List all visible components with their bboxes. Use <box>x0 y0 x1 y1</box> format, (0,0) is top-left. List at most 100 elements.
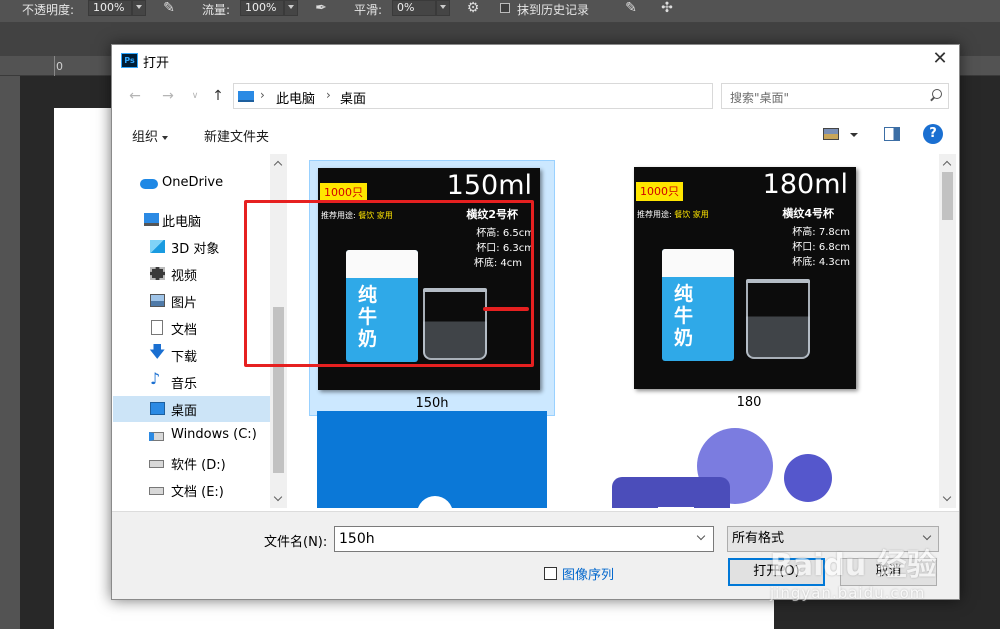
photoshop-logo-icon: Ps <box>121 53 138 68</box>
nav-item-label: 文档 (E:) <box>171 485 224 500</box>
nav-item-label: 下载 <box>171 350 198 365</box>
file-item-180[interactable]: 1000只 180ml 横纹4号杯 推荐用途: 餐饮 家用 杯高: 7.8cm … <box>626 160 872 416</box>
history-checkbox[interactable] <box>500 3 510 13</box>
file-scrollbar[interactable] <box>939 154 956 508</box>
usage-label: 推荐用途: <box>637 210 672 219</box>
search-input[interactable]: 搜索"桌面" <box>721 83 949 109</box>
nav-item-drive-e[interactable]: 文档 (E:) <box>113 477 270 503</box>
dialog-title: 打开 <box>143 56 170 71</box>
circle-shape <box>784 454 832 502</box>
smooth-dropdown[interactable] <box>436 0 450 16</box>
flow-label: 流量: <box>202 3 231 17</box>
scroll-down-arrow-icon[interactable] <box>939 491 956 508</box>
plastic-cup-graphic <box>746 279 810 359</box>
filename-input[interactable]: 150h <box>334 526 714 552</box>
caret-down-icon <box>162 135 169 140</box>
milk-carton-cap <box>662 249 734 277</box>
document-icon <box>151 320 163 335</box>
dialog-toolbar: 组织 新建文件夹 ? <box>112 119 959 151</box>
nav-item-label: 文档 <box>171 323 198 338</box>
scroll-up-arrow-icon[interactable] <box>270 154 287 171</box>
annotation-line <box>483 307 529 311</box>
back-arrow-icon[interactable]: ← <box>124 85 146 107</box>
filename-label: 文件名(N): <box>264 535 328 550</box>
watermark-main: Baidu 经验 <box>770 548 937 583</box>
address-bar[interactable]: › 此电脑 › 桌面 ↻ <box>233 83 828 109</box>
chevron-right-icon[interactable]: › <box>326 88 331 102</box>
nav-item-label: 视频 <box>171 269 198 284</box>
caret-down-icon[interactable] <box>850 133 858 137</box>
scroll-down-arrow-icon[interactable] <box>270 491 287 508</box>
smooth-field[interactable]: 0% <box>392 0 436 16</box>
open-file-dialog: Ps 打开 ✕ ← → ∨ ↑ › 此电脑 › 桌面 ↻ 搜索"桌面" 组织 新… <box>111 44 960 600</box>
ruler-tick <box>54 56 55 76</box>
opacity-dropdown[interactable] <box>132 0 146 16</box>
scroll-up-arrow-icon[interactable] <box>939 154 956 171</box>
nav-item-desktop[interactable]: 桌面 <box>113 396 270 422</box>
download-icon: 🡇 <box>149 342 166 361</box>
organize-button[interactable]: 组织 <box>132 126 169 145</box>
file-name: 150h <box>415 396 449 411</box>
flow-field[interactable]: 100% <box>240 0 284 16</box>
image-sequence-label[interactable]: 图像序列 <box>562 564 614 583</box>
baidu-watermark: Baidu 经验 jingyan.baidu.com <box>770 520 995 610</box>
dialog-titlebar[interactable]: Ps 打开 ✕ <box>112 45 959 76</box>
milk-label: 纯牛奶 <box>674 283 694 349</box>
nav-item-onedrive[interactable]: OneDrive <box>113 171 270 197</box>
up-arrow-icon[interactable]: ↑ <box>207 85 229 107</box>
file-item-partial-blue[interactable] <box>317 411 547 508</box>
gear-icon[interactable]: ⚙ <box>464 0 482 18</box>
nav-item-label: 图片 <box>171 296 198 311</box>
model-text: 横纹4号杯 <box>782 207 834 220</box>
nav-item-music[interactable]: ♪ 音乐 <box>113 369 270 395</box>
quantity-badge: 1000只 <box>636 182 683 201</box>
desktop-icon <box>150 402 165 415</box>
smooth-label: 平滑: <box>354 3 383 17</box>
brush-pressure-icon[interactable]: ✎ <box>160 0 178 18</box>
recent-locations-chevron-icon[interactable]: ∨ <box>184 85 206 107</box>
spec-base: 杯底: 4.3cm <box>792 257 850 268</box>
drive-icon <box>149 487 164 495</box>
chevron-right-icon[interactable]: › <box>260 88 265 102</box>
nav-item-drive-c[interactable]: Windows (C:) <box>113 423 270 449</box>
ruler-zero: 0 <box>56 60 63 73</box>
ps-options-bar: 不透明度: 100% ✎ 流量: 100% ✒ 平滑: 0% ⚙ 抹到历史记录 … <box>0 0 1000 22</box>
white-circle-shape <box>417 496 453 508</box>
pressure-size-icon[interactable]: ✎ <box>622 0 640 18</box>
flow-dropdown[interactable] <box>284 0 298 16</box>
picture-icon <box>150 294 165 307</box>
search-placeholder: 搜索"桌面" <box>730 91 790 105</box>
rounded-rect-shape <box>612 477 730 508</box>
capacity-text: 150ml <box>446 170 532 201</box>
help-icon[interactable]: ? <box>923 124 943 144</box>
file-item-partial-shapes[interactable] <box>612 412 842 508</box>
computer-icon <box>144 213 159 226</box>
nav-item-label: Windows (C:) <box>171 427 257 442</box>
breadcrumb-desktop[interactable]: 桌面 <box>340 88 366 107</box>
forward-arrow-icon[interactable]: → <box>157 85 179 107</box>
image-sequence-checkbox[interactable] <box>544 567 557 580</box>
navigation-row: ← → ∨ ↑ › 此电脑 › 桌面 ↻ 搜索"桌面" <box>112 81 959 113</box>
opacity-field[interactable]: 100% <box>88 0 132 16</box>
nav-item-label: 音乐 <box>171 377 198 392</box>
usage-value: 餐饮 家用 <box>674 210 709 219</box>
new-folder-button[interactable]: 新建文件夹 <box>204 126 269 145</box>
symmetry-icon[interactable]: ✣ <box>658 0 676 18</box>
nav-item-label: 3D 对象 <box>171 242 220 257</box>
spec-height: 杯高: 7.8cm <box>792 227 850 238</box>
music-icon: ♪ <box>150 369 161 388</box>
preview-pane-icon[interactable] <box>884 127 900 141</box>
chevron-down-icon[interactable] <box>696 532 708 544</box>
ps-vertical-ruler <box>0 76 20 629</box>
nav-item-label: 桌面 <box>171 404 198 419</box>
breadcrumb-this-pc[interactable]: 此电脑 <box>276 88 315 107</box>
view-options-icon[interactable] <box>823 128 839 140</box>
film-icon <box>150 267 165 280</box>
file-scroll-thumb[interactable] <box>942 172 953 220</box>
close-icon[interactable]: ✕ <box>928 48 952 72</box>
airbrush-icon[interactable]: ✒ <box>312 0 330 18</box>
opacity-label: 不透明度: <box>22 3 75 17</box>
search-icon[interactable] <box>926 87 944 105</box>
milk-carton-graphic: 纯牛奶 <box>662 249 734 361</box>
nav-item-drive-d[interactable]: 软件 (D:) <box>113 450 270 476</box>
